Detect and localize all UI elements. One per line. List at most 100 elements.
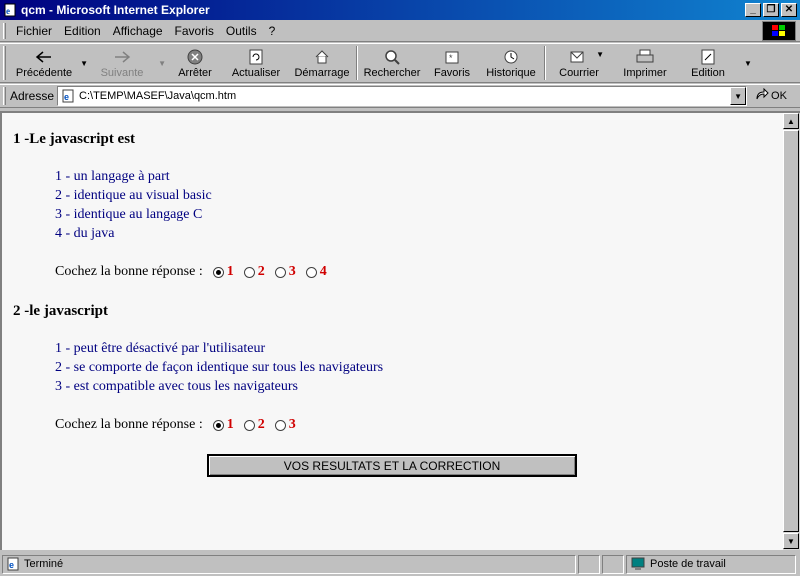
- q1-radio-3[interactable]: [274, 266, 286, 278]
- edit-button[interactable]: Edition: [680, 44, 736, 82]
- forward-dropdown-icon[interactable]: ▼: [158, 59, 166, 68]
- address-value: C:\TEMP\MASEF\Java\qcm.htm: [79, 90, 237, 102]
- menu-help[interactable]: ?: [263, 24, 282, 38]
- minimize-button[interactable]: _: [745, 3, 761, 17]
- go-label: OK: [771, 90, 787, 102]
- address-bar: Adresse e C:\TEMP\MASEF\Java\qcm.htm ▼ O…: [0, 84, 800, 108]
- q2-radio-2[interactable]: [243, 419, 255, 431]
- address-label: Adresse: [10, 89, 55, 103]
- status-panel-empty: [602, 554, 624, 574]
- favorites-label: Favoris: [433, 67, 471, 79]
- address-input[interactable]: e C:\TEMP\MASEF\Java\qcm.htm ▼: [57, 86, 748, 106]
- refresh-icon: [249, 47, 263, 67]
- page-icon: e: [60, 88, 76, 104]
- status-panel-empty: [578, 554, 600, 574]
- q1-choice-2-label: 2: [257, 264, 265, 279]
- back-dropdown-icon[interactable]: ▼: [80, 59, 88, 68]
- home-button[interactable]: Démarrage: [290, 44, 354, 82]
- refresh-label: Actualiser: [231, 67, 281, 79]
- mail-dropdown-icon[interactable]: ▼: [596, 50, 604, 59]
- computer-icon: [630, 557, 646, 571]
- stop-label: Arrêter: [178, 67, 212, 79]
- mail-button[interactable]: Courrier ▼: [548, 44, 610, 82]
- menu-fichier[interactable]: Fichier: [10, 24, 58, 38]
- done-page-icon: e: [6, 557, 20, 571]
- q1-option-4: 4 - du java: [55, 226, 115, 241]
- stop-button[interactable]: Arrêter: [168, 44, 222, 82]
- back-arrow-icon: [35, 47, 53, 67]
- q1-answer-row: Cochez la bonne réponse : 1 2 3 4: [55, 264, 335, 280]
- toolbar-chevron-icon[interactable]: ▼: [744, 59, 752, 68]
- history-label: Historique: [486, 67, 536, 79]
- vertical-scrollbar[interactable]: ▲ ▼: [783, 111, 800, 550]
- page-content: 1 -Le javascript est 1 - un langage à pa…: [0, 111, 783, 550]
- forward-button[interactable]: Suivante ▼: [92, 44, 166, 82]
- toolbar-grip[interactable]: [3, 46, 6, 80]
- q1-choice-1-label: 1: [226, 264, 234, 279]
- question-2-title: 2 -le javascript: [13, 303, 108, 319]
- q1-radio-2[interactable]: [243, 266, 255, 278]
- print-label: Imprimer: [623, 67, 667, 79]
- menu-edition[interactable]: Edition: [58, 24, 107, 38]
- svg-text:*: *: [449, 53, 453, 63]
- status-zone-panel: Poste de travail: [626, 554, 796, 574]
- svg-text:e: e: [6, 6, 10, 16]
- print-button[interactable]: Imprimer: [610, 44, 680, 82]
- menu-affichage[interactable]: Affichage: [107, 24, 169, 38]
- q1-choice-3-label: 3: [288, 264, 296, 279]
- q1-radio-4[interactable]: [305, 266, 317, 278]
- q1-option-2: 2 - identique au visual basic: [55, 188, 212, 203]
- svg-text:e: e: [64, 92, 69, 102]
- edit-icon: [700, 47, 716, 67]
- menu-favoris[interactable]: Favoris: [169, 24, 220, 38]
- ie-page-icon: e: [3, 3, 17, 17]
- home-label: Démarrage: [294, 67, 350, 79]
- printer-icon: [636, 47, 654, 67]
- scroll-thumb[interactable]: [783, 130, 799, 532]
- results-button[interactable]: VOS RESULTATS ET LA CORRECTION: [207, 454, 577, 477]
- svg-text:e: e: [9, 560, 14, 570]
- back-button[interactable]: Précédente ▼: [10, 44, 88, 82]
- search-button[interactable]: Rechercher: [360, 44, 424, 82]
- go-button[interactable]: OK: [755, 87, 787, 105]
- maximize-button[interactable]: ❐: [763, 3, 779, 17]
- address-dropdown-icon[interactable]: ▼: [730, 87, 747, 105]
- title-bar: e qcm - Microsoft Internet Explorer _ ❐ …: [0, 0, 800, 20]
- history-icon: [503, 47, 519, 67]
- menu-outils[interactable]: Outils: [220, 24, 263, 38]
- edit-label: Edition: [691, 67, 725, 79]
- q1-option-3: 3 - identique au langage C: [55, 207, 203, 222]
- zone-text: Poste de travail: [650, 558, 726, 570]
- refresh-button[interactable]: Actualiser: [222, 44, 290, 82]
- back-label: Précédente: [15, 67, 73, 79]
- question-1-title: 1 -Le javascript est: [13, 131, 136, 147]
- q2-option-1: 1 - peut être désactivé par l'utilisateu…: [55, 341, 266, 356]
- favorites-icon: *: [444, 47, 460, 67]
- scroll-up-icon[interactable]: ▲: [783, 113, 799, 129]
- menubar-grip[interactable]: [3, 22, 6, 39]
- q2-radio-1[interactable]: [212, 419, 224, 431]
- q2-choice-3-label: 3: [288, 417, 296, 432]
- menu-bar: Fichier Edition Affichage Favoris Outils…: [0, 20, 800, 42]
- q1-choice-4-label: 4: [319, 264, 327, 279]
- status-text: Terminé: [24, 558, 64, 570]
- q1-option-1: 1 - un langage à part: [55, 169, 170, 184]
- q2-choice-2-label: 2: [257, 417, 265, 432]
- mail-icon: [570, 47, 588, 67]
- toolbar-separator: [544, 46, 546, 80]
- scroll-down-icon[interactable]: ▼: [783, 533, 799, 549]
- q1-radio-1[interactable]: [212, 266, 224, 278]
- standard-toolbar: Précédente ▼ Suivante ▼ Arrêter Actualis…: [0, 43, 800, 83]
- home-icon: [314, 47, 330, 67]
- favorites-button[interactable]: * Favoris: [424, 44, 480, 82]
- q2-option-3: 3 - est compatible avec tous les navigat…: [55, 379, 298, 394]
- toolbar-separator: [356, 46, 358, 80]
- close-button[interactable]: ✕: [781, 3, 797, 17]
- addressbar-grip[interactable]: [3, 87, 6, 105]
- q2-radio-3[interactable]: [274, 419, 286, 431]
- q1-prompt: Cochez la bonne réponse :: [55, 264, 203, 279]
- search-label: Rechercher: [363, 67, 421, 79]
- q2-option-2: 2 - se comporte de façon identique sur t…: [55, 360, 384, 375]
- history-button[interactable]: Historique: [480, 44, 542, 82]
- go-arrow-icon: [755, 87, 769, 105]
